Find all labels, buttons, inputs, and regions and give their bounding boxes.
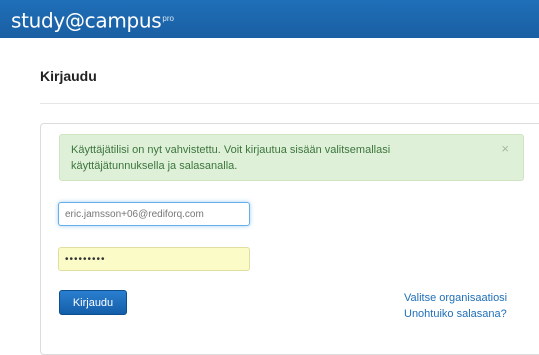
choose-organization-link[interactable]: Valitse organisaatiosi xyxy=(404,292,507,304)
alert-message: Käyttäjätilisi on nyt vahvistettu. Voit … xyxy=(71,144,391,172)
top-bar: study@campuspro xyxy=(0,0,539,38)
page-title: Kirjaudu xyxy=(40,68,97,84)
password-field[interactable] xyxy=(58,247,250,271)
study-campus-logo[interactable]: study@campuspro xyxy=(11,7,174,33)
logo-suffix: pro xyxy=(162,14,174,23)
success-alert: Käyttäjätilisi on nyt vahvistettu. Voit … xyxy=(59,134,524,181)
logo-text: study@campus xyxy=(11,8,162,33)
close-icon[interactable]: × xyxy=(501,142,509,155)
forgot-password-link[interactable]: Unohtuiko salasana? xyxy=(404,308,507,320)
title-divider xyxy=(40,103,539,104)
username-field[interactable] xyxy=(58,202,250,226)
login-button[interactable]: Kirjaudu xyxy=(59,290,127,315)
